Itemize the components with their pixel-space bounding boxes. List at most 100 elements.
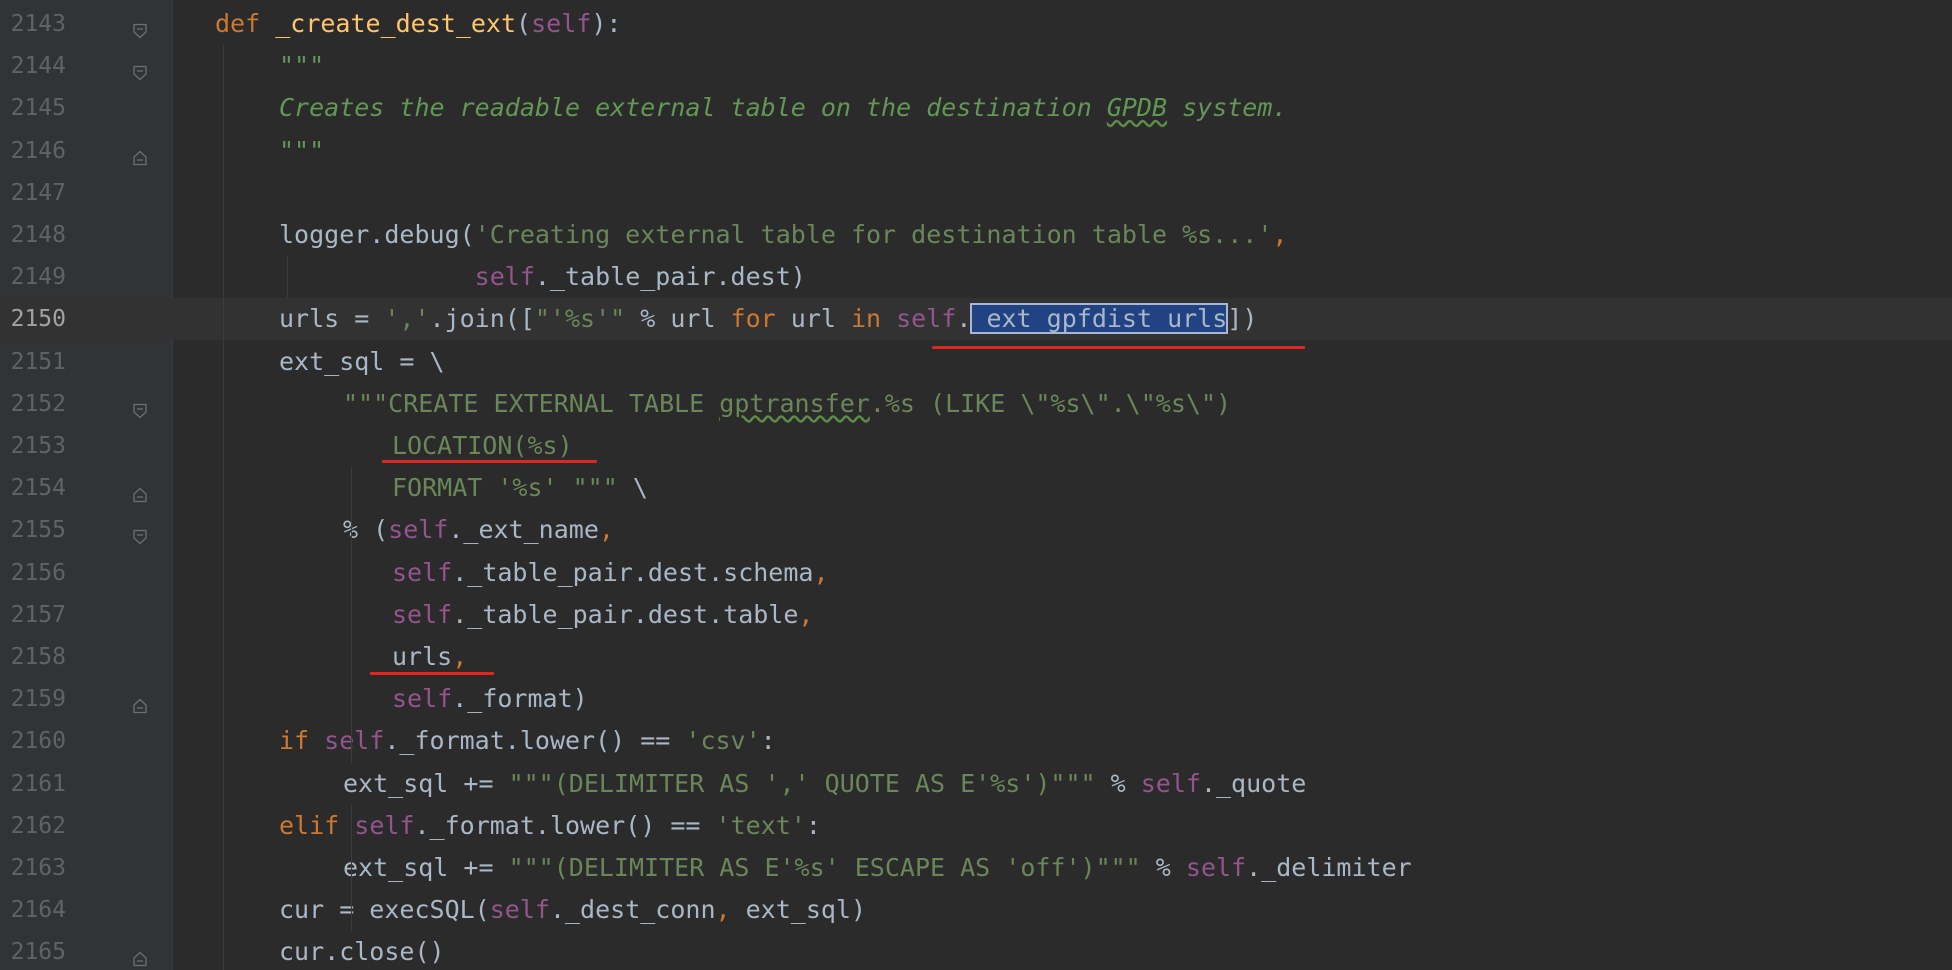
line-number: 2158 xyxy=(10,644,66,670)
code-token: def xyxy=(215,9,276,38)
code-line[interactable]: 2150 urls = ','.join(["'%s'" % url for ur… xyxy=(0,298,1952,341)
code-line[interactable]: 2165 cur.close() xyxy=(0,931,1952,970)
code-text[interactable]: logger.debug('Creating external table fo… xyxy=(279,221,1287,249)
code-token: : xyxy=(760,726,776,756)
annotation-underline xyxy=(382,460,597,463)
code-token: self xyxy=(388,515,449,545)
code-line[interactable]: 2154 FORMAT '%s' """ \ xyxy=(0,467,1952,509)
code-token: self xyxy=(324,726,385,756)
fold-end-icon[interactable] xyxy=(132,143,148,165)
code-text[interactable]: cur.close() xyxy=(279,938,445,966)
code-token: .join([ xyxy=(429,304,535,334)
code-token: LOCATION(%s) xyxy=(392,431,573,460)
code-token: self xyxy=(1185,853,1247,882)
code-line[interactable]: 2162 elif self._format.lower() == 'text': xyxy=(0,805,1952,847)
code-line[interactable]: 2158 urls, xyxy=(0,636,1952,678)
code-text[interactable]: if self._format.lower() == 'csv': xyxy=(279,727,776,755)
line-number: 2160 xyxy=(10,728,66,755)
code-line[interactable]: 2149 self._table_pair.dest) xyxy=(0,256,1952,298)
fold-collapse-icon[interactable] xyxy=(132,58,148,81)
code-token: """ xyxy=(279,51,325,81)
code-token: ._delimiter xyxy=(1246,853,1412,882)
code-token: self xyxy=(392,599,453,629)
code-text[interactable]: ext_sql += """(DELIMITER AS E'%s' ESCAPE… xyxy=(343,854,1412,882)
code-line[interactable]: 2155 % (self._ext_name, xyxy=(0,509,1952,551)
line-number: 2159 xyxy=(10,686,66,713)
code-line[interactable]: 2159 self._format) xyxy=(0,678,1952,720)
code-line[interactable]: 2152 """CREATE EXTERNAL TABLE gptransfer.… xyxy=(0,383,1952,425)
code-token: if xyxy=(279,726,325,756)
code-text[interactable]: ext_sql = \ xyxy=(279,347,445,376)
line-number: 2147 xyxy=(10,179,66,206)
code-line[interactable]: 2144 """ xyxy=(0,45,1952,87)
fold-end-icon[interactable] xyxy=(132,944,148,967)
code-line[interactable]: 2145 Creates the readable external table … xyxy=(0,87,1952,129)
code-line[interactable]: 2148 logger.debug('Creating external tabl… xyxy=(0,214,1952,256)
code-token: in xyxy=(850,304,897,334)
code-text[interactable]: elif self._format.lower() == 'text': xyxy=(279,810,821,840)
code-text[interactable]: FORMAT '%s' """ \ xyxy=(392,474,648,502)
code-token: ._table_pair.dest.table xyxy=(452,599,799,629)
line-number: 2153 xyxy=(10,433,66,459)
code-token: cur = execSQL( xyxy=(279,895,490,925)
code-token: ext_sql += xyxy=(343,853,509,882)
selected-token: _ext_gpfdist_urls xyxy=(970,303,1229,335)
code-text[interactable]: urls, xyxy=(392,643,467,671)
code-text[interactable]: self._table_pair.dest.schema, xyxy=(392,557,829,587)
fold-collapse-icon[interactable] xyxy=(132,16,148,39)
code-token: ext_sql += xyxy=(343,768,509,798)
line-number: 2155 xyxy=(10,517,66,544)
code-token: , xyxy=(598,515,614,545)
code-text[interactable]: urls = ','.join(["'%s'" % url for url in… xyxy=(279,303,1257,335)
code-token: ._table_pair.dest) xyxy=(534,262,806,292)
code-text[interactable]: def _create_dest_ext(self): xyxy=(215,10,621,38)
line-number: 2161 xyxy=(10,770,66,797)
line-number: 2143 xyxy=(10,11,66,37)
code-token: ._format) xyxy=(452,684,588,714)
line-number: 2144 xyxy=(10,53,66,80)
code-text[interactable]: Creates the readable external table on t… xyxy=(279,94,1287,122)
fold-end-icon[interactable] xyxy=(132,480,148,503)
fold-collapse-icon[interactable] xyxy=(132,396,148,419)
code-token: _create_dest_ext xyxy=(275,9,517,38)
code-text[interactable]: cur = execSQL(self._dest_conn, ext_sql) xyxy=(279,896,866,924)
code-token: cur.close() xyxy=(279,937,445,967)
code-text[interactable]: % (self._ext_name, xyxy=(343,516,614,544)
code-token: : xyxy=(805,810,821,840)
code-token: elif xyxy=(279,810,355,840)
code-line[interactable]: 2160 if self._format.lower() == 'csv': xyxy=(0,720,1952,762)
code-text[interactable]: ext_sql += """(DELIMITER AS ',' QUOTE AS… xyxy=(343,768,1306,798)
line-number: 2165 xyxy=(10,939,66,966)
code-token: ',' xyxy=(384,304,430,334)
code-text[interactable]: """ xyxy=(279,52,324,80)
code-text[interactable]: self._table_pair.dest.table, xyxy=(392,599,813,629)
code-editor[interactable]: 2143 def _create_dest_ext(self): 2144 """ 21… xyxy=(0,0,1952,970)
fold-collapse-icon[interactable] xyxy=(132,522,148,545)
line-number: 2150 xyxy=(10,306,66,333)
code-token: , xyxy=(813,557,829,587)
code-text[interactable]: self._format) xyxy=(392,685,588,713)
line-number: 2145 xyxy=(10,95,66,122)
code-line[interactable]: 2146 """ xyxy=(0,130,1952,172)
code-text[interactable]: """CREATE EXTERNAL TABLE gptransfer.%s (… xyxy=(343,388,1231,418)
code-text[interactable]: """ xyxy=(279,136,324,165)
code-token: self xyxy=(354,810,415,840)
code-line[interactable]: 2163 ext_sql += """(DELIMITER AS E'%s' ES… xyxy=(0,847,1952,889)
fold-end-icon[interactable] xyxy=(132,691,148,714)
code-token: """CREATE EXTERNAL TABLE xyxy=(343,388,720,418)
code-line[interactable]: 2156 self._table_pair.dest.schema, xyxy=(0,552,1952,594)
code-token: """(DELIMITER AS ',' QUOTE AS E'%s')""" xyxy=(508,768,1096,798)
code-token: FORMAT '%s' """ xyxy=(392,473,618,503)
code-token: . xyxy=(956,304,972,334)
code-line[interactable]: 2161 ext_sql += """(DELIMITER AS ',' QUOT… xyxy=(0,763,1952,805)
code-line[interactable]: 2147 xyxy=(0,172,1952,214)
code-text[interactable]: LOCATION(%s) xyxy=(392,432,573,460)
code-line[interactable]: 2164 cur = execSQL(self._dest_conn, ext_s… xyxy=(0,889,1952,931)
code-line[interactable]: 2157 self._table_pair.dest.table, xyxy=(0,594,1952,636)
code-line[interactable]: 2143 def _create_dest_ext(self): xyxy=(0,3,1952,45)
annotation-underline xyxy=(932,346,1305,349)
code-token: "'%s'" xyxy=(534,304,626,334)
code-text[interactable]: self._table_pair.dest) xyxy=(279,263,806,291)
code-line[interactable]: 2153 LOCATION(%s) xyxy=(0,425,1952,467)
